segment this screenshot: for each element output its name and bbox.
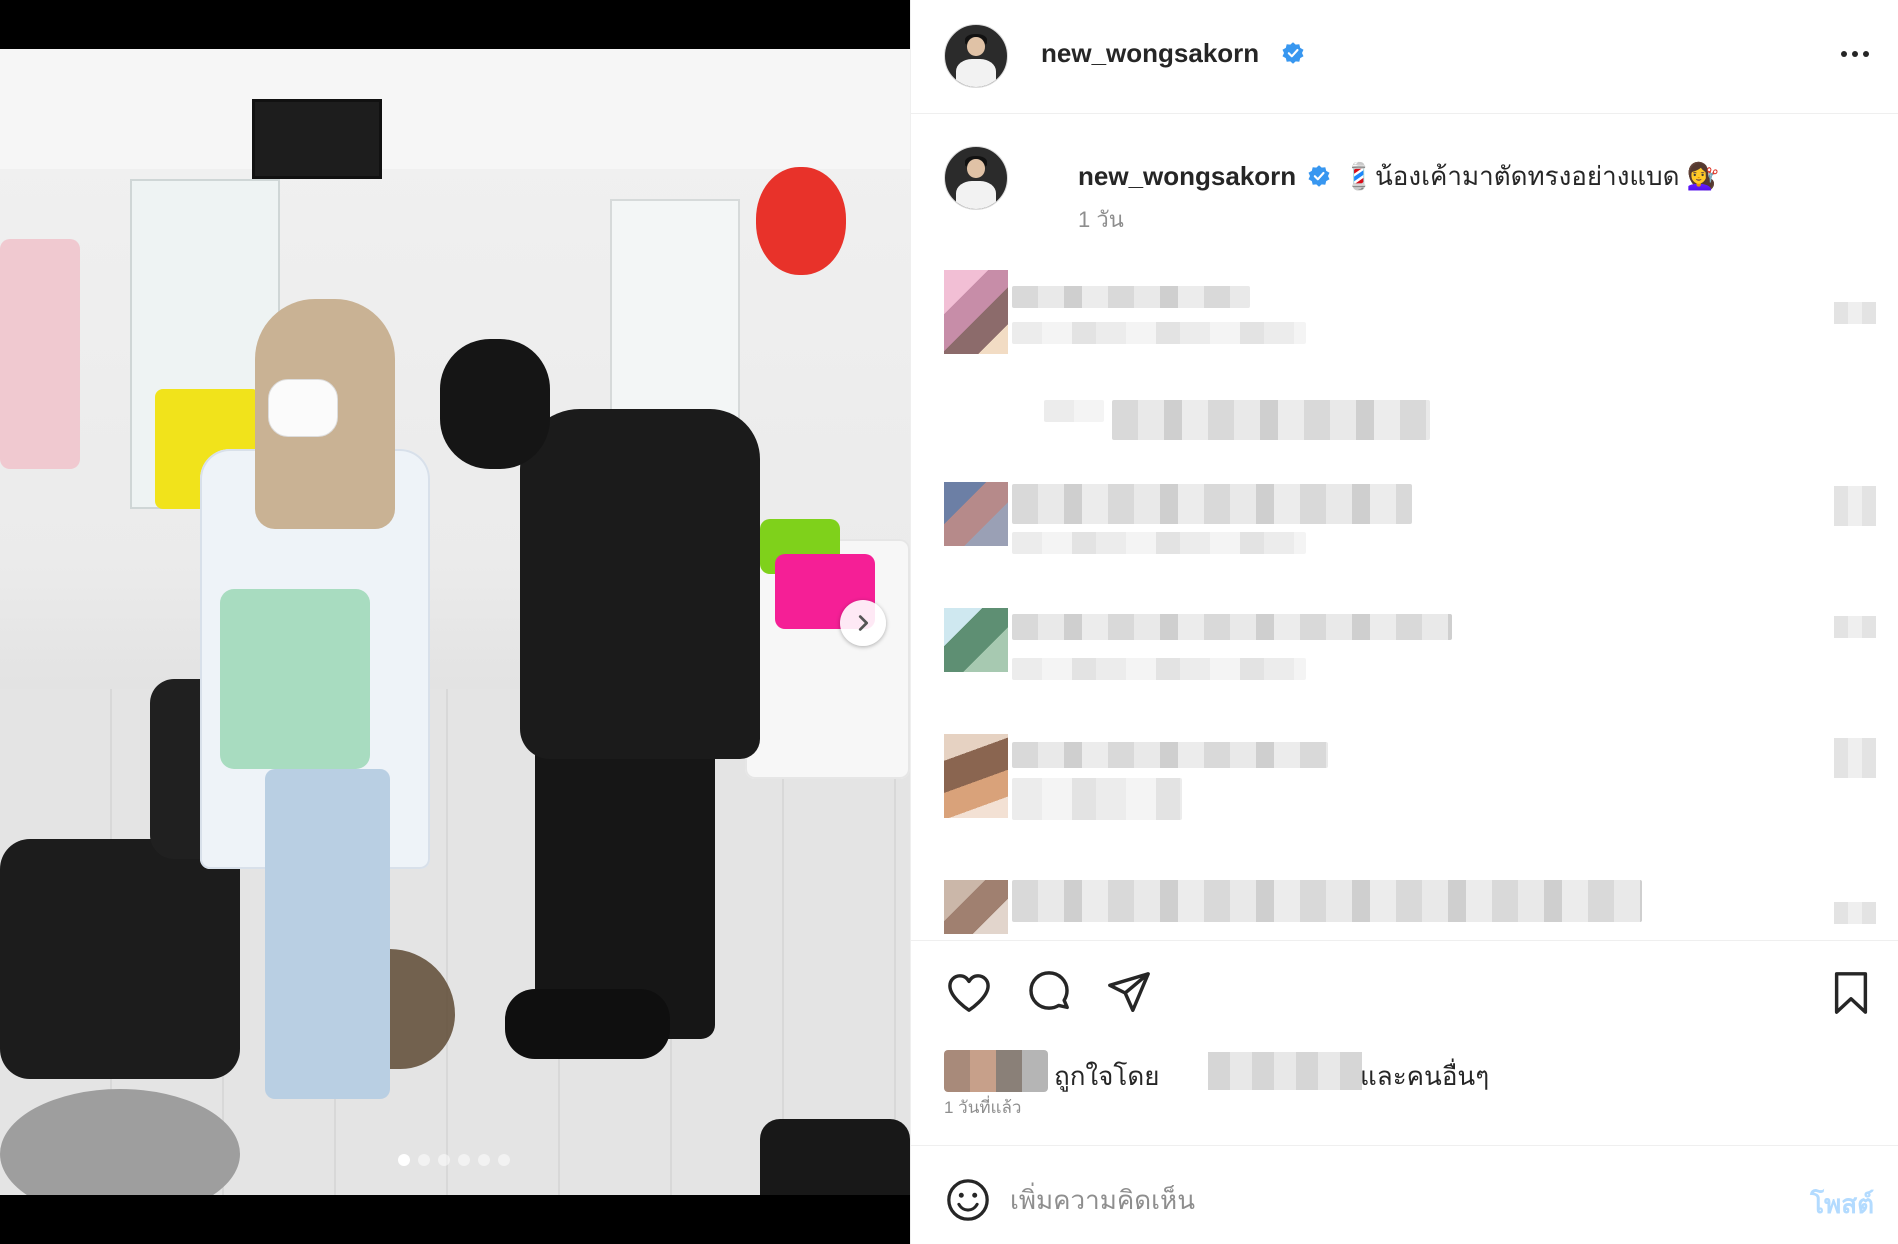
comment-text-censored: [1012, 778, 1182, 820]
save-button[interactable]: [1826, 968, 1876, 1018]
comment-text-censored: [1012, 286, 1250, 308]
divider: [911, 940, 1898, 941]
comment-like-censored[interactable]: [1834, 902, 1876, 924]
comment-text-censored: [1012, 742, 1328, 768]
post-header: new_wongsakorn: [911, 0, 1898, 114]
more-options-button[interactable]: [1835, 38, 1875, 70]
divider: [911, 1145, 1898, 1146]
verified-badge-icon: [1308, 165, 1330, 187]
comment-text-censored: [1012, 322, 1306, 344]
comment-text-censored: [1012, 484, 1412, 524]
more-dot: [1852, 51, 1858, 57]
bookmark-icon: [1834, 972, 1868, 1014]
comment-button[interactable]: [1024, 968, 1074, 1018]
comment-avatar-censored[interactable]: [944, 608, 1008, 672]
likes-suffix[interactable]: และคนอื่นๆ: [1360, 1056, 1489, 1097]
caption-body: 💈น้องเค้ามาตัดทรงอย่างแบด 💇‍♀️: [1342, 161, 1720, 191]
carousel-dot: [458, 1154, 470, 1166]
carousel-next-button[interactable]: [840, 600, 886, 646]
comment-item: [944, 734, 1884, 844]
comment-text-censored: [1012, 532, 1306, 554]
paper-plane-icon: [1108, 972, 1150, 1012]
comment-input[interactable]: [1010, 1180, 1750, 1220]
comment-text-censored: [1012, 658, 1306, 680]
photo-salon-chair: [0, 839, 240, 1079]
photo-woman-shirt: [220, 589, 370, 769]
share-button[interactable]: [1104, 968, 1154, 1018]
comment-avatar-censored[interactable]: [944, 734, 1008, 818]
post-action-bar: [944, 968, 1884, 1018]
caption-username[interactable]: new_wongsakorn: [1078, 161, 1296, 191]
photo-man-jacket: [520, 409, 760, 759]
comment-like-censored[interactable]: [1834, 302, 1876, 324]
like-button[interactable]: [944, 968, 994, 1018]
photo-tv: [252, 99, 382, 179]
comment-avatar-censored[interactable]: [944, 270, 1008, 354]
author-avatar[interactable]: [944, 24, 1008, 88]
comment-item: [944, 270, 1884, 380]
post-media: [0, 0, 910, 1244]
carousel-dot: [398, 1154, 410, 1166]
carousel-dots: [398, 1154, 510, 1166]
photo-red-clock: [756, 167, 846, 275]
caption-text: new_wongsakorn 💈น้องเค้ามาตัดทรงอย่างแบด…: [1078, 156, 1719, 197]
heart-icon: [948, 974, 990, 1012]
chevron-right-icon: [858, 615, 869, 631]
comment-reply-row: [944, 400, 1884, 450]
photo-woman-mask: [268, 379, 338, 437]
post-photo[interactable]: [0, 49, 910, 1195]
carousel-dot: [478, 1154, 490, 1166]
avatar-shirt: [956, 59, 996, 87]
verified-badge-icon: [1282, 42, 1304, 64]
comment-item: [944, 608, 1884, 718]
liker-avatars-censored[interactable]: [944, 1050, 1048, 1092]
view-replies-censored[interactable]: [1112, 400, 1430, 440]
more-horizontal-icon: [1841, 51, 1847, 57]
comments-list: [911, 260, 1898, 940]
photo-man-shoes: [505, 989, 670, 1059]
avatar-face: [967, 37, 985, 56]
comment-item: [944, 482, 1884, 592]
smiley-icon: [947, 1179, 989, 1221]
post-detail-panel: new_wongsakorn new_wongsakorn 💈น้องเค้าม…: [910, 0, 1898, 1244]
avatar-face: [967, 159, 985, 178]
carousel-dot: [418, 1154, 430, 1166]
comment-text-censored: [1012, 880, 1642, 922]
comment-like-censored[interactable]: [1834, 616, 1876, 638]
comment-text-censored: [1012, 614, 1452, 640]
comment-like-censored[interactable]: [1834, 738, 1876, 778]
more-dot: [1863, 51, 1869, 57]
comment-like-censored[interactable]: [1834, 486, 1876, 526]
comment-avatar-censored[interactable]: [944, 880, 1008, 934]
carousel-dot: [498, 1154, 510, 1166]
photo-ceiling: [0, 49, 910, 169]
add-comment-bar: โพสต์: [944, 1172, 1884, 1228]
view-replies-censored[interactable]: [1044, 400, 1104, 422]
likes-prefix: ถูกใจโดย: [1054, 1061, 1160, 1091]
likes-summary: ถูกใจโดย และคนอื่นๆ: [944, 1050, 1884, 1094]
liker-name-censored[interactable]: [1208, 1052, 1362, 1090]
comment-bubble-icon: [1029, 971, 1069, 1010]
emoji-button[interactable]: [944, 1176, 992, 1224]
photo-pink-poster: [0, 239, 80, 469]
author-username[interactable]: new_wongsakorn: [1041, 38, 1259, 69]
carousel-dot: [438, 1154, 450, 1166]
photo-man-head: [440, 339, 550, 469]
comment-item: [944, 880, 1884, 940]
photo-salon-chair-right: [760, 1119, 910, 1195]
caption-timestamp: 1 วัน: [1078, 207, 1124, 232]
comment-avatar-censored[interactable]: [944, 482, 1008, 546]
avatar-shirt: [956, 181, 996, 209]
post-timestamp[interactable]: 1 วันที่แล้ว: [944, 1094, 1021, 1121]
photo-woman-jeans: [265, 769, 390, 1099]
caption-author-avatar[interactable]: [944, 146, 1008, 210]
post-comment-button[interactable]: โพสต์: [1810, 1184, 1874, 1225]
